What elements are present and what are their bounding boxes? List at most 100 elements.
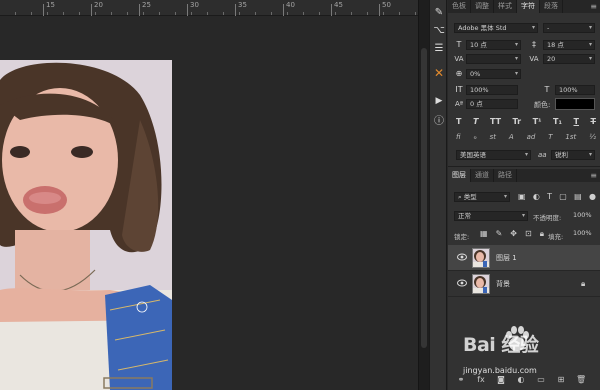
panel-menu-icon[interactable]: ≡ (590, 171, 597, 180)
baseline-shift-icon: Aª (454, 100, 464, 108)
photoshop-window: 15 20 25 30 35 40 45 50 ✎ ⌥ ☰ ✕ ▶ ⓘ 色板 调… (0, 0, 600, 390)
chevron-down-icon: ▾ (588, 41, 592, 48)
top-panel-tabs: 色板 调整 样式 字符 段落 ≡ (448, 0, 600, 13)
baseline-shift-field[interactable]: 0 点 (466, 99, 518, 109)
watermark-url: jingyan.baidu.com (463, 366, 537, 375)
adjustment-filter-icon[interactable]: ◐ (533, 192, 540, 202)
type-style-buttons: T T TT Tr T¹ T₁ T T (456, 117, 596, 127)
strikethrough-button[interactable]: T (590, 117, 595, 127)
type-filter-icon[interactable]: T (547, 192, 552, 202)
ruler-tick: 40 (286, 1, 295, 9)
vertical-scrollbar[interactable] (418, 0, 429, 390)
font-size-field[interactable]: 10 点 ▾ (466, 40, 521, 50)
pixel-filter-icon[interactable]: ▣ (518, 192, 526, 202)
swash-button[interactable]: A (509, 133, 514, 143)
layer-row-1[interactable]: 图层 1 (448, 245, 600, 271)
fill-value: 100% (573, 229, 592, 237)
all-caps-button[interactable]: TT (490, 117, 501, 127)
blend-mode-select[interactable]: 正常 ▾ (454, 211, 528, 221)
font-family-value: Adobe 黑体 Std (458, 24, 507, 32)
portrait-photo (0, 60, 172, 390)
leading-field[interactable]: 18 点 ▾ (543, 40, 595, 50)
tab-adjustments[interactable]: 调整 (471, 0, 494, 13)
subscript-button[interactable]: T₁ (553, 117, 562, 127)
smart-object-filter-icon[interactable]: ▤ (574, 192, 582, 202)
stylistic-alt-button[interactable]: ad (527, 133, 536, 143)
filter-toggle-icon[interactable]: ● (589, 192, 596, 202)
kerning-field[interactable]: ▾ (466, 54, 521, 64)
kerning-icon: VA (454, 55, 464, 63)
lock-position-icon[interactable]: ✥ (510, 229, 517, 239)
tab-swatches[interactable]: 色板 (448, 0, 471, 13)
chevron-down-icon: ▾ (524, 151, 528, 158)
tab-character[interactable]: 字符 (517, 0, 540, 13)
tab-paths[interactable]: 路径 (494, 169, 517, 182)
crossed-tools-icon[interactable]: ✕ (432, 66, 446, 80)
tsume-field[interactable]: 0% ▾ (466, 69, 521, 79)
tab-styles[interactable]: 样式 (494, 0, 517, 13)
brush-tool-icon[interactable]: ✎ (432, 5, 446, 19)
discretionary-ligature-button[interactable]: st (490, 133, 496, 143)
lock-transparent-icon[interactable]: ▦ (480, 229, 488, 239)
faux-bold-button[interactable]: T (456, 117, 461, 127)
small-caps-button[interactable]: Tr (513, 117, 522, 127)
opacity-label: 不透明度: (533, 214, 562, 222)
adjust-sliders-icon[interactable]: ☰ (432, 41, 446, 55)
lock-pixels-icon[interactable]: ✎ (496, 229, 503, 239)
blend-mode-value: 正常 (458, 212, 471, 220)
font-family-select[interactable]: Adobe 黑体 Std ▾ (454, 23, 538, 33)
tsume-value: 0% (470, 70, 481, 78)
info-panel-icon[interactable]: ⓘ (432, 112, 446, 127)
ordinals-button[interactable]: 1st (565, 133, 576, 143)
layer-panel-tabs: 图层 通道 路径 ≡ (448, 169, 600, 182)
document-canvas[interactable] (0, 17, 418, 390)
layer-name[interactable]: 图层 1 (496, 253, 517, 263)
shape-filter-icon[interactable]: ▢ (559, 192, 567, 202)
tab-layers[interactable]: 图层 (448, 169, 471, 182)
chevron-down-icon: ▾ (514, 41, 518, 48)
lock-icons: ▦ ✎ ✥ ⊡ 🔒︎ (480, 229, 544, 239)
ligature-button[interactable]: fi (456, 133, 461, 143)
layer-filter-select[interactable]: ⌕ 类型 ▾ (454, 192, 510, 202)
vertical-scale-field[interactable]: 100% (466, 85, 518, 95)
horizontal-scale-field[interactable]: 100% (555, 85, 595, 95)
language-select[interactable]: 美国英语 ▾ (456, 150, 531, 160)
antialias-select[interactable]: 锐利 ▾ (551, 150, 595, 160)
vertical-scale-value: 100% (470, 86, 489, 94)
opacity-field[interactable]: 100% (570, 211, 596, 221)
fill-label: 填充: (548, 233, 564, 241)
font-size-value: 10 点 (470, 41, 487, 49)
titling-alt-button[interactable]: T (548, 133, 552, 143)
fractions-button[interactable]: ½ (589, 133, 596, 143)
antialias-value: 锐利 (555, 151, 568, 159)
scrollbar-thumb[interactable] (421, 48, 427, 348)
layer-row-background[interactable]: 背景 🔒︎ (448, 271, 600, 297)
visibility-eye-icon[interactable] (457, 253, 467, 261)
tab-channels[interactable]: 通道 (471, 169, 494, 182)
layer-thumbnail (472, 248, 490, 268)
tab-paragraph[interactable]: 段落 (540, 0, 563, 13)
chevron-down-icon: ▾ (514, 70, 518, 77)
ruler-tick: 35 (238, 1, 247, 9)
faux-italic-button[interactable]: T (473, 117, 478, 127)
layer-name[interactable]: 背景 (496, 279, 510, 289)
layer-filter-icons: ▣ ◐ T ▢ ▤ ● (518, 192, 596, 202)
ruler-tick: 25 (142, 1, 151, 9)
panel-menu-icon[interactable]: ≡ (590, 2, 597, 11)
pen-path-icon[interactable]: ⌥ (432, 23, 446, 37)
tracking-field[interactable]: 20 ▾ (543, 54, 595, 64)
chevron-down-icon: ▾ (514, 55, 518, 62)
chevron-down-icon: ▾ (531, 24, 535, 31)
play-action-icon[interactable]: ▶ (432, 94, 446, 108)
visibility-eye-icon[interactable] (457, 279, 467, 287)
font-style-select[interactable]: - ▾ (543, 23, 595, 33)
lock-artboard-icon[interactable]: ⊡ (525, 229, 532, 239)
contextual-alt-button[interactable]: ℴ (473, 133, 476, 143)
lock-all-icon[interactable]: 🔒︎ (540, 229, 544, 239)
panel-dock-icons: ✎ ⌥ ☰ ✕ ▶ ⓘ (429, 0, 447, 390)
text-color-swatch[interactable] (555, 98, 595, 110)
underline-button[interactable]: T (574, 117, 579, 127)
antialias-label: aa (538, 151, 547, 159)
fill-field[interactable]: 100% (570, 229, 596, 239)
superscript-button[interactable]: T¹ (533, 117, 542, 127)
